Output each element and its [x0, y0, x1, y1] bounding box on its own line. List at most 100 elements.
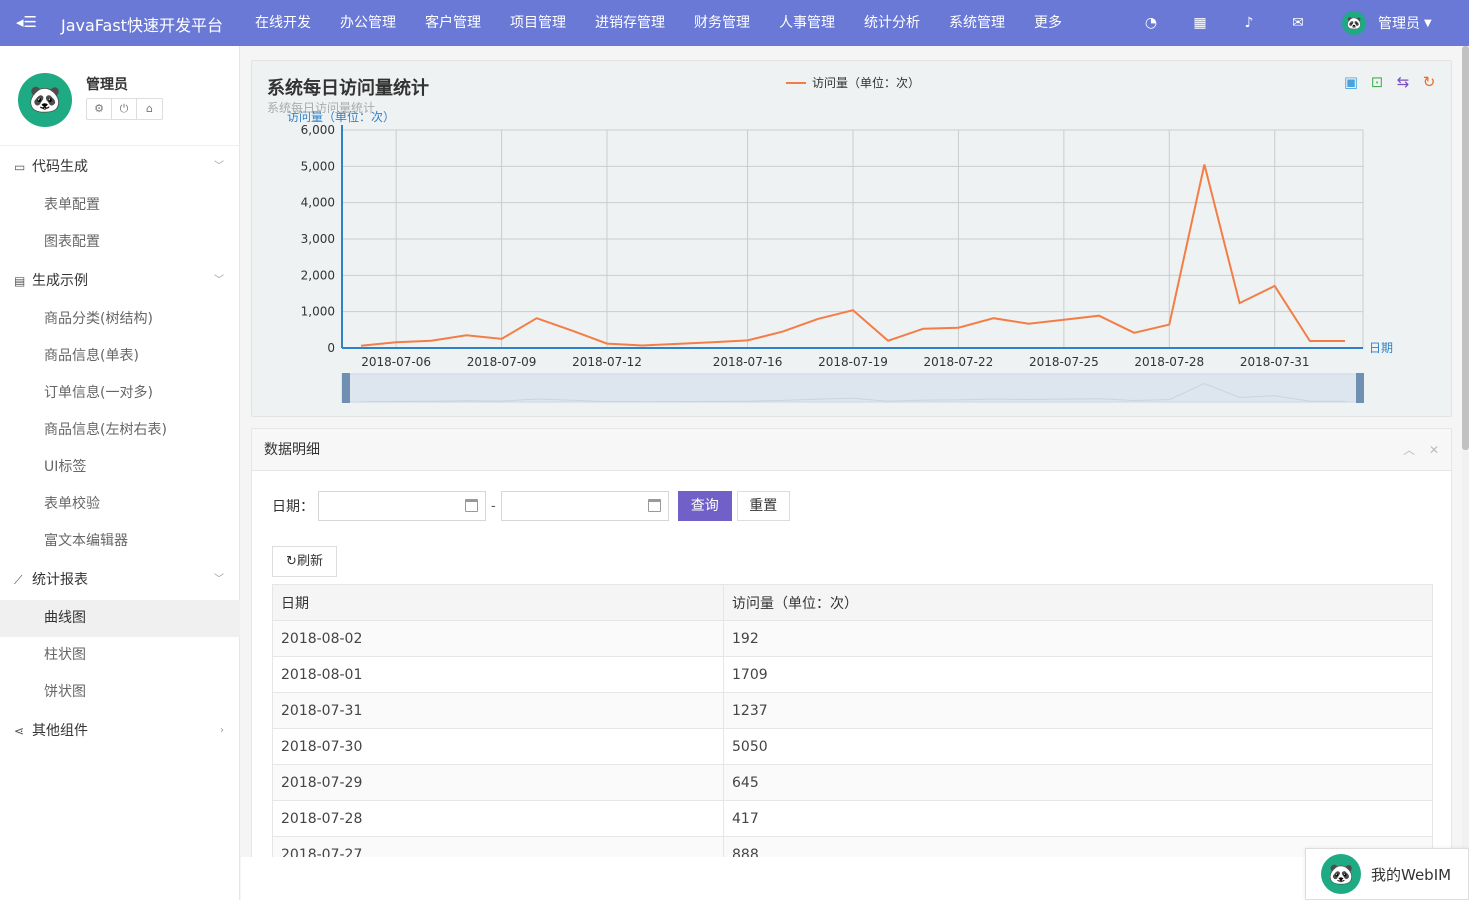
restore-icon[interactable]: ⇆ [1394, 73, 1412, 91]
save-image-icon[interactable]: ▣ [1342, 73, 1360, 91]
top-nav-item[interactable]: 更多 [1034, 0, 1062, 46]
search-form: 日期： - 查询 重置 [272, 491, 790, 521]
sidebar-group[interactable]: ⋖ 其他组件 › [0, 711, 240, 751]
mail-icon[interactable]: ✉ [1287, 0, 1309, 46]
sidebar-item[interactable]: UI标签 [0, 449, 240, 486]
data-point[interactable] [570, 329, 574, 333]
top-nav-item[interactable]: 统计分析 [864, 0, 920, 46]
sidebar-item[interactable]: 商品信息(左树右表) [0, 412, 240, 449]
sidebar-item[interactable]: 表单配置 [0, 187, 240, 224]
x-tick-label: 2018-07-22 [924, 355, 994, 369]
data-point[interactable] [1308, 339, 1312, 343]
sidebar-item[interactable]: 表单校验 [0, 486, 240, 523]
calendar-icon[interactable]: ▦ [1189, 0, 1211, 46]
close-icon[interactable]: ✕ [1429, 443, 1439, 457]
data-point[interactable] [1202, 163, 1206, 167]
table-row[interactable]: 2018-08-01 1709 [272, 656, 1433, 693]
data-point[interactable] [429, 339, 433, 343]
start-date-input[interactable] [318, 491, 486, 521]
refresh-button[interactable]: ↻刷新 [272, 546, 337, 577]
sidebar-item[interactable]: 商品分类(树结构) [0, 301, 240, 338]
query-button[interactable]: 查询 [677, 491, 732, 521]
user-menu[interactable]: 🐼 管理员 ▼ [1342, 10, 1432, 36]
sidebar-group[interactable]: ▤ 生成示例 ﹀ [0, 261, 240, 301]
data-point[interactable] [992, 316, 996, 320]
sidebar-item[interactable]: 富文本编辑器 [0, 523, 240, 560]
scrollbar-thumb[interactable] [1462, 46, 1469, 450]
data-point[interactable] [956, 326, 960, 330]
sidebar-item[interactable]: 柱状图 [0, 637, 240, 674]
table-row[interactable]: 2018-07-27 888 [272, 836, 1433, 857]
refresh-chart-icon[interactable]: ↻ [1420, 73, 1438, 91]
data-point[interactable] [359, 344, 363, 348]
chevron-down-icon: ▼ [1424, 17, 1432, 29]
data-point[interactable] [1273, 284, 1277, 288]
data-point[interactable] [1062, 318, 1066, 322]
data-point[interactable] [394, 340, 398, 344]
data-point[interactable] [500, 337, 504, 341]
file-icon: ▤ [14, 274, 26, 288]
data-zoom-handle-right[interactable] [1356, 373, 1364, 403]
end-date-input[interactable] [500, 491, 669, 521]
top-nav-item[interactable]: 进销存管理 [595, 0, 665, 46]
top-nav-item[interactable]: 客户管理 [425, 0, 481, 46]
reset-button[interactable]: 重置 [736, 491, 790, 521]
sidebar-item[interactable]: 订单信息(一对多) [0, 375, 240, 412]
sidebar-item[interactable]: 图表配置 [0, 224, 240, 261]
table-row[interactable]: 2018-07-28 417 [272, 800, 1433, 837]
data-point[interactable] [605, 342, 609, 346]
chevron-right-icon: › [220, 725, 224, 736]
table-row[interactable]: 2018-07-30 5050 [272, 728, 1433, 765]
data-point[interactable] [1167, 323, 1171, 327]
top-nav-item[interactable]: 办公管理 [340, 0, 396, 46]
bell-icon[interactable]: ♪ [1238, 0, 1260, 46]
zoom-icon[interactable]: ⊡ [1368, 73, 1386, 91]
data-point[interactable] [1343, 339, 1347, 343]
data-point[interactable] [1132, 331, 1136, 335]
x-tick-label: 2018-07-06 [361, 355, 431, 369]
home-icon[interactable]: ⌂ [137, 99, 162, 119]
column-header-visits[interactable]: 访问量（单位：次） [723, 584, 1433, 621]
webim-button[interactable]: 🐼 我的WebIM [1305, 848, 1469, 900]
sidebar-group[interactable]: ⟋ 统计报表 ﹀ [0, 560, 240, 600]
data-point[interactable] [1238, 301, 1242, 305]
data-point[interactable] [710, 340, 714, 344]
column-header-date[interactable]: 日期 [272, 584, 724, 621]
top-nav-item[interactable]: 人事管理 [779, 0, 835, 46]
top-nav-item[interactable]: 项目管理 [510, 0, 566, 46]
gear-icon[interactable]: ⚙ [87, 99, 112, 119]
webim-label: 我的WebIM [1371, 865, 1452, 884]
top-nav-item[interactable]: 在线开发 [255, 0, 311, 46]
cell-date: 2018-08-02 [272, 620, 724, 657]
table-row[interactable]: 2018-07-29 645 [272, 764, 1433, 801]
top-nav-item[interactable]: 财务管理 [694, 0, 750, 46]
data-zoom-handle-left[interactable] [342, 373, 350, 403]
sidebar-item[interactable]: 商品信息(单表) [0, 338, 240, 375]
sidebar-toggle-icon[interactable]: ◂☰ [16, 13, 40, 33]
data-point[interactable] [781, 330, 785, 334]
top-nav-item[interactable]: 系统管理 [949, 0, 1005, 46]
data-point[interactable] [886, 339, 890, 343]
data-point[interactable] [1027, 322, 1031, 326]
data-point[interactable] [746, 338, 750, 342]
data-point[interactable] [1097, 314, 1101, 318]
sidebar-item[interactable]: 曲线图 [0, 600, 240, 637]
sidebar-group[interactable]: ▭ 代码生成 ﹀ [0, 147, 240, 187]
power-icon[interactable]: ⏻ [112, 99, 137, 119]
data-point[interactable] [464, 333, 468, 337]
chevron-up-icon[interactable]: ︿ [1403, 443, 1415, 457]
data-point[interactable] [535, 316, 539, 320]
sidebar-item[interactable]: 饼状图 [0, 674, 240, 711]
chart-legend[interactable]: 访问量（单位：次） [786, 74, 920, 91]
dashboard-icon[interactable]: ◔ [1140, 0, 1162, 46]
table-row[interactable]: 2018-08-02 192 [272, 620, 1433, 657]
data-point[interactable] [640, 343, 644, 347]
profile-name: 管理员 [86, 77, 128, 93]
data-point[interactable] [816, 317, 820, 321]
y-tick-label: 6,000 [301, 123, 335, 137]
table-row[interactable]: 2018-07-31 1237 [272, 692, 1433, 729]
data-point[interactable] [851, 308, 855, 312]
data-point[interactable] [921, 327, 925, 331]
page-scrollbar[interactable] [1462, 46, 1469, 857]
brand-title[interactable]: JavaFast快速开发平台 [61, 12, 223, 36]
